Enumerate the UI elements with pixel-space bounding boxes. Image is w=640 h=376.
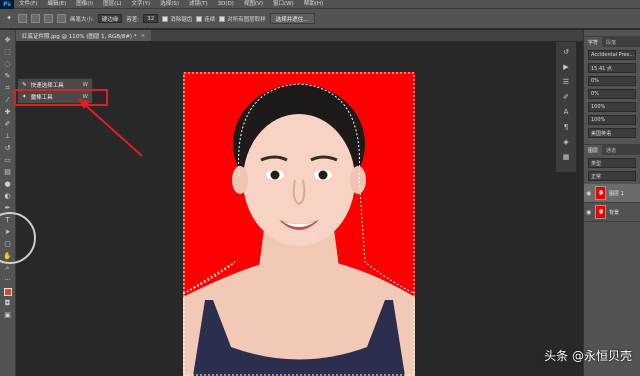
horizontal-scale-input[interactable]: 100% [588, 115, 636, 125]
properties-icon[interactable]: ☰ [561, 78, 571, 88]
language-select[interactable]: 美国英语 [588, 128, 636, 138]
layer-name: 背景 [609, 209, 620, 216]
blend-mode-select[interactable]: 正常 [588, 171, 636, 181]
right-panel: 字符 段落 Accidental Pres... 15.41 点 0% 0% 1… [583, 30, 640, 376]
watermark-text: 头条 @永恒贝壳 [544, 349, 632, 363]
character-icon[interactable]: A [561, 108, 571, 118]
vertical-scale-input[interactable]: 100% [588, 102, 636, 112]
layer-filter-select[interactable]: 类型 [588, 158, 636, 168]
visibility-eye-icon[interactable]: ◉ [586, 190, 592, 197]
history-icon[interactable]: ↺ [561, 48, 571, 58]
layer-row[interactable]: ◉ 图层 1 [584, 184, 640, 203]
leading-input[interactable]: 0% [588, 76, 636, 86]
photo-canvas[interactable] [183, 72, 415, 376]
font-family-select[interactable]: Accidental Pres... [588, 50, 636, 60]
selection-marquee [183, 72, 415, 376]
paragraph-icon[interactable]: ¶ [561, 123, 571, 133]
tracking-input[interactable]: 0% [588, 89, 636, 99]
layer-thumbnail [595, 186, 606, 200]
collapsed-panels-strip: ↺ ▶ ☰ ✐ A ¶ ◈ ▦ [556, 42, 576, 172]
tab-character[interactable]: 字符 [584, 37, 603, 47]
layers-panel-tabs: 图层 通道 [584, 144, 640, 155]
swatches-icon[interactable]: ▦ [561, 153, 571, 163]
brush-settings-icon[interactable]: ✐ [561, 93, 571, 103]
glyphs-icon[interactable]: ◈ [561, 138, 571, 148]
tab-layers[interactable]: 图层 [584, 145, 603, 155]
layer-row[interactable]: ◉ 背景 [584, 203, 640, 222]
tab-paragraph[interactable]: 段落 [602, 37, 620, 47]
play-icon[interactable]: ▶ [561, 63, 571, 73]
tab-channels[interactable]: 通道 [602, 145, 620, 155]
layer-name: 图层 1 [609, 190, 624, 197]
layer-thumbnail [595, 205, 606, 219]
visibility-eye-icon[interactable]: ◉ [586, 209, 592, 216]
character-panel-tabs: 字符 段落 [584, 36, 640, 47]
font-size-input[interactable]: 15.41 点 [588, 63, 636, 73]
